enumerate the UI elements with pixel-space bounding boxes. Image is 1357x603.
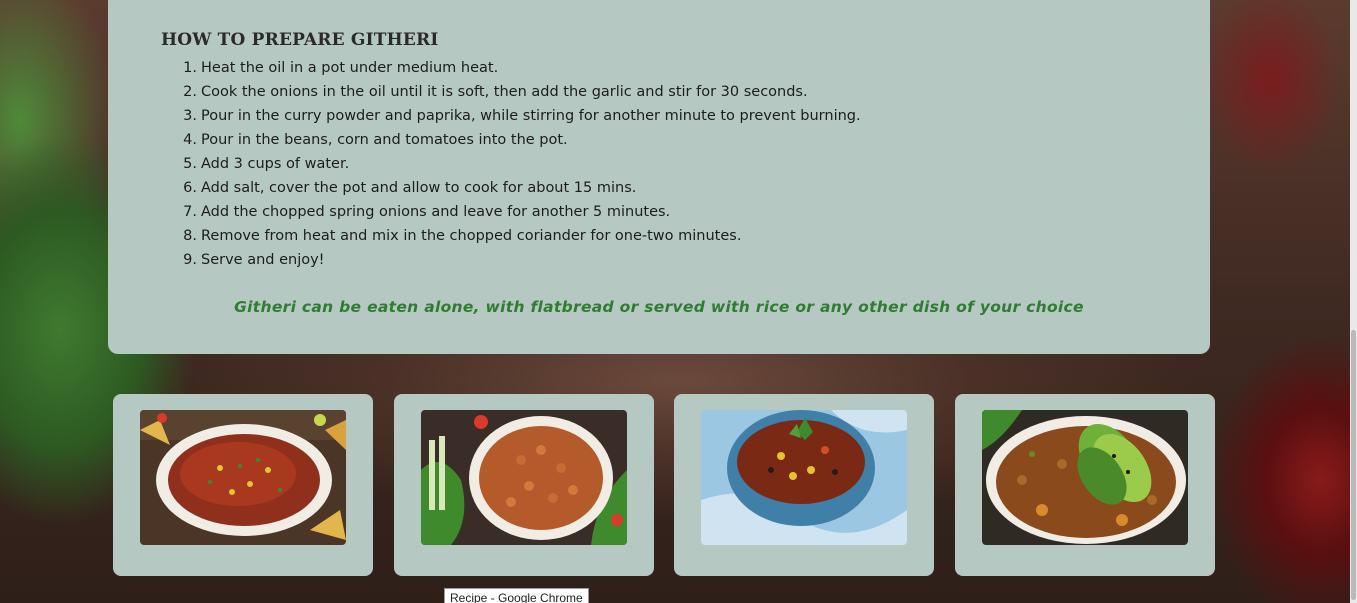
gallery-card-3: [674, 394, 934, 576]
githeri-photo-4[interactable]: [982, 410, 1188, 545]
vertical-scrollbar[interactable]: [1350, 0, 1357, 603]
scrollbar-thumb[interactable]: [1351, 330, 1356, 600]
githeri-photo-3[interactable]: [701, 410, 907, 545]
blue-bowl-chili-image: [701, 410, 907, 545]
recipe-step: Add 3 cups of water.: [179, 154, 350, 174]
browser-tooltip: Recipe - Google Chrome: [444, 588, 589, 603]
gallery-card-2: [394, 394, 654, 576]
beans-with-herbs-image: [421, 410, 627, 545]
gallery-card-4: [955, 394, 1215, 576]
recipe-step: Remove from heat and mix in the chopped …: [179, 226, 742, 246]
recipe-card: HOW TO PREPARE GITHERI Heat the oil in a…: [108, 0, 1210, 354]
recipe-step: Add the chopped spring onions and leave …: [179, 202, 671, 222]
serving-note: Githeri can be eaten alone, with flatbre…: [234, 298, 1084, 316]
bean-stew-bowl-image: [140, 410, 346, 545]
recipe-step: Add salt, cover the pot and allow to coo…: [179, 178, 637, 198]
recipe-steps-list: Heat the oil in a pot under medium heat.…: [161, 58, 861, 274]
githeri-photo-2[interactable]: [421, 410, 627, 545]
recipe-step: Heat the oil in a pot under medium heat.: [179, 58, 499, 78]
recipe-step: Pour in the curry powder and paprika, wh…: [179, 106, 861, 126]
recipe-step: Pour in the beans, corn and tomatoes int…: [179, 130, 568, 150]
gallery-card-1: [113, 394, 373, 576]
recipe-title: HOW TO PREPARE GITHERI: [161, 30, 439, 50]
stew-with-avocado-image: [982, 410, 1188, 545]
recipe-step: Serve and enjoy!: [179, 250, 325, 270]
recipe-step: Cook the onions in the oil until it is s…: [179, 82, 808, 102]
githeri-photo-1[interactable]: [140, 410, 346, 545]
